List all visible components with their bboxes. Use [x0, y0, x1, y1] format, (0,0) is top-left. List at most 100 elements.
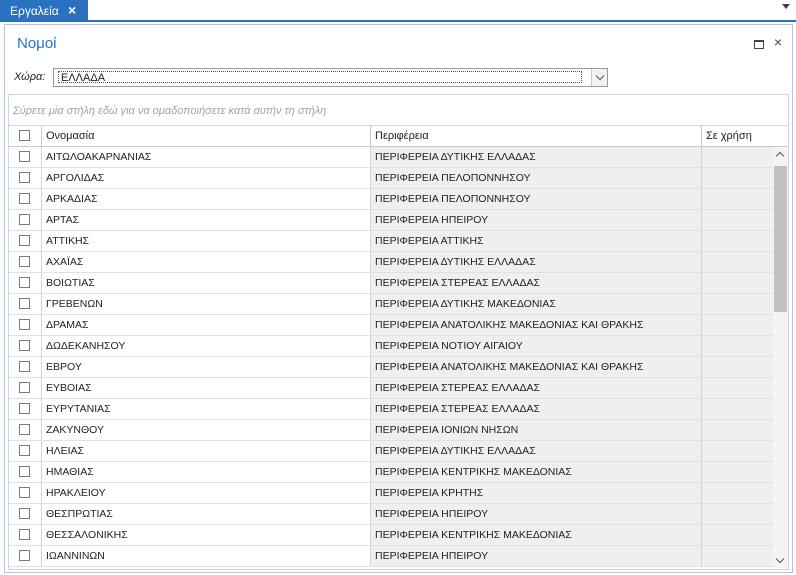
cell-region[interactable]: ΠΕΡΙΦΕΡΕΙΑ ΚΕΝΤΡΙΚΗΣ ΜΑΚΕΔΟΝΙΑΣ — [371, 525, 702, 545]
cell-name[interactable]: ΑΡΚΑΔΙΑΣ — [42, 189, 371, 209]
table-row[interactable]: ΕΒΡΟΥ ΠΕΡΙΦΕΡΕΙΑ ΑΝΑΤΟΛΙΚΗΣ ΜΑΚΕΔΟΝΙΑΣ ΚΑ… — [9, 357, 774, 378]
row-checkbox[interactable] — [19, 235, 30, 246]
cell-name[interactable]: ΔΩΔΕΚΑΝΗΣΟΥ — [42, 336, 371, 356]
cell-name[interactable]: ΗΛΕΙΑΣ — [42, 441, 371, 461]
table-row[interactable]: ΔΩΔΕΚΑΝΗΣΟΥ ΠΕΡΙΦΕΡΕΙΑ ΝΟΤΙΟΥ ΑΙΓΑΙΟΥ — [9, 336, 774, 357]
cell-name[interactable]: ΖΑΚΥΝΘΟΥ — [42, 420, 371, 440]
row-checkbox[interactable] — [19, 445, 30, 456]
row-checkbox[interactable] — [19, 466, 30, 477]
cell-region[interactable]: ΠΕΡΙΦΕΡΕΙΑ ΔΥΤΙΚΗΣ ΕΛΛΑΔΑΣ — [371, 147, 702, 167]
cell-in-use[interactable] — [702, 147, 774, 167]
country-select[interactable]: ΕΛΛΑΔΑ — [53, 68, 608, 87]
scrollbar-thumb[interactable] — [774, 166, 787, 312]
cell-in-use[interactable] — [702, 399, 774, 419]
cell-in-use[interactable] — [702, 315, 774, 335]
vertical-scrollbar[interactable] — [773, 147, 788, 568]
cell-name[interactable]: ΑΡΓΟΛΙΔΑΣ — [42, 168, 371, 188]
tab-tools[interactable]: Εργαλεία × — [0, 0, 88, 22]
column-header-region[interactable]: Περιφέρεια — [371, 126, 702, 146]
cell-in-use[interactable] — [702, 294, 774, 314]
dropdown-button[interactable] — [591, 69, 607, 86]
cell-name[interactable]: ΑΤΤΙΚΗΣ — [42, 231, 371, 251]
table-row[interactable]: ΑΙΤΩΛΟΑΚΑΡΝΑΝΙΑΣ ΠΕΡΙΦΕΡΕΙΑ ΔΥΤΙΚΗΣ ΕΛΛΑΔ… — [9, 147, 774, 168]
row-checkbox[interactable] — [19, 151, 30, 162]
cell-region[interactable]: ΠΕΡΙΦΕΡΕΙΑ ΗΠΕΙΡΟΥ — [371, 546, 702, 566]
tab-close-icon[interactable]: × — [68, 3, 76, 17]
cell-region[interactable]: ΠΕΡΙΦΕΡΕΙΑ ΑΤΤΙΚΗΣ — [371, 231, 702, 251]
row-checkbox[interactable] — [19, 403, 30, 414]
cell-region[interactable]: ΠΕΡΙΦΕΡΕΙΑ ΙΟΝΙΩΝ ΝΗΣΩΝ — [371, 420, 702, 440]
row-checkbox[interactable] — [19, 508, 30, 519]
cell-name[interactable]: ΗΡΑΚΛΕΙΟΥ — [42, 483, 371, 503]
table-row[interactable]: ΗΛΕΙΑΣ ΠΕΡΙΦΕΡΕΙΑ ΔΥΤΙΚΗΣ ΕΛΛΑΔΑΣ — [9, 441, 774, 462]
cell-name[interactable]: ΗΜΑΘΙΑΣ — [42, 462, 371, 482]
cell-in-use[interactable] — [702, 336, 774, 356]
row-checkbox[interactable] — [19, 319, 30, 330]
table-row[interactable]: ΑΡΓΟΛΙΔΑΣ ΠΕΡΙΦΕΡΕΙΑ ΠΕΛΟΠΟΝΝΗΣΟΥ — [9, 168, 774, 189]
table-row[interactable]: ΔΡΑΜΑΣ ΠΕΡΙΦΕΡΕΙΑ ΑΝΑΤΟΛΙΚΗΣ ΜΑΚΕΔΟΝΙΑΣ Κ… — [9, 315, 774, 336]
table-row[interactable]: ΗΡΑΚΛΕΙΟΥ ΠΕΡΙΦΕΡΕΙΑ ΚΡΗΤΗΣ — [9, 483, 774, 504]
close-icon[interactable]: × — [774, 35, 782, 49]
cell-region[interactable]: ΠΕΡΙΦΕΡΕΙΑ ΑΝΑΤΟΛΙΚΗΣ ΜΑΚΕΔΟΝΙΑΣ ΚΑΙ ΘΡΑ… — [371, 315, 702, 335]
table-row[interactable]: ΑΡΚΑΔΙΑΣ ΠΕΡΙΦΕΡΕΙΑ ΠΕΛΟΠΟΝΝΗΣΟΥ — [9, 189, 774, 210]
table-row[interactable]: ΙΩΑΝΝΙΝΩΝ ΠΕΡΙΦΕΡΕΙΑ ΗΠΕΙΡΟΥ — [9, 546, 774, 567]
row-checkbox[interactable] — [19, 529, 30, 540]
row-checkbox[interactable] — [19, 361, 30, 372]
select-all-checkbox[interactable] — [19, 130, 30, 141]
cell-region[interactable]: ΠΕΡΙΦΕΡΕΙΑ ΗΠΕΙΡΟΥ — [371, 210, 702, 230]
cell-name[interactable]: ΘΕΣΠΡΩΤΙΑΣ — [42, 504, 371, 524]
row-checkbox[interactable] — [19, 277, 30, 288]
chevron-down-icon[interactable] — [782, 4, 790, 9]
row-checkbox[interactable] — [19, 256, 30, 267]
cell-region[interactable]: ΠΕΡΙΦΕΡΕΙΑ ΣΤΕΡΕΑΣ ΕΛΛΑΔΑΣ — [371, 273, 702, 293]
table-row[interactable]: ΕΥΡΥΤΑΝΙΑΣ ΠΕΡΙΦΕΡΕΙΑ ΣΤΕΡΕΑΣ ΕΛΛΑΔΑΣ — [9, 399, 774, 420]
cell-in-use[interactable] — [702, 546, 774, 566]
chevron-up-icon[interactable] — [775, 151, 785, 161]
cell-region[interactable]: ΠΕΡΙΦΕΡΕΙΑ ΗΠΕΙΡΟΥ — [371, 504, 702, 524]
row-checkbox[interactable] — [19, 382, 30, 393]
table-row[interactable]: ΓΡΕΒΕΝΩΝ ΠΕΡΙΦΕΡΕΙΑ ΔΥΤΙΚΗΣ ΜΑΚΕΔΟΝΙΑΣ — [9, 294, 774, 315]
cell-in-use[interactable] — [702, 252, 774, 272]
row-checkbox[interactable] — [19, 550, 30, 561]
cell-region[interactable]: ΠΕΡΙΦΕΡΕΙΑ ΝΟΤΙΟΥ ΑΙΓΑΙΟΥ — [371, 336, 702, 356]
group-by-panel[interactable]: Σύρετε μία στήλη εδώ για να ομαδοποιήσετ… — [8, 94, 789, 126]
table-row[interactable]: ΑΡΤΑΣ ΠΕΡΙΦΕΡΕΙΑ ΗΠΕΙΡΟΥ — [9, 210, 774, 231]
cell-in-use[interactable] — [702, 189, 774, 209]
cell-region[interactable]: ΠΕΡΙΦΕΡΕΙΑ ΣΤΕΡΕΑΣ ΕΛΛΑΔΑΣ — [371, 399, 702, 419]
cell-name[interactable]: ΕΒΡΟΥ — [42, 357, 371, 377]
cell-name[interactable]: ΒΟΙΩΤΙΑΣ — [42, 273, 371, 293]
cell-in-use[interactable] — [702, 462, 774, 482]
row-checkbox[interactable] — [19, 193, 30, 204]
column-header-name[interactable]: Ονομασία — [42, 126, 371, 146]
cell-name[interactable]: ΑΧΑΪΑΣ — [42, 252, 371, 272]
table-row[interactable]: ΑΤΤΙΚΗΣ ΠΕΡΙΦΕΡΕΙΑ ΑΤΤΙΚΗΣ — [9, 231, 774, 252]
cell-in-use[interactable] — [702, 231, 774, 251]
table-row[interactable]: ΘΕΣΠΡΩΤΙΑΣ ΠΕΡΙΦΕΡΕΙΑ ΗΠΕΙΡΟΥ — [9, 504, 774, 525]
row-checkbox[interactable] — [19, 298, 30, 309]
table-row[interactable]: ΗΜΑΘΙΑΣ ΠΕΡΙΦΕΡΕΙΑ ΚΕΝΤΡΙΚΗΣ ΜΑΚΕΔΟΝΙΑΣ — [9, 462, 774, 483]
table-row[interactable]: ΖΑΚΥΝΘΟΥ ΠΕΡΙΦΕΡΕΙΑ ΙΟΝΙΩΝ ΝΗΣΩΝ — [9, 420, 774, 441]
cell-region[interactable]: ΠΕΡΙΦΕΡΕΙΑ ΑΝΑΤΟΛΙΚΗΣ ΜΑΚΕΔΟΝΙΑΣ ΚΑΙ ΘΡΑ… — [371, 357, 702, 377]
cell-in-use[interactable] — [702, 525, 774, 545]
cell-name[interactable]: ΕΥΒΟΙΑΣ — [42, 378, 371, 398]
cell-in-use[interactable] — [702, 504, 774, 524]
cell-region[interactable]: ΠΕΡΙΦΕΡΕΙΑ ΚΡΗΤΗΣ — [371, 483, 702, 503]
row-checkbox[interactable] — [19, 487, 30, 498]
cell-name[interactable]: ΓΡΕΒΕΝΩΝ — [42, 294, 371, 314]
cell-in-use[interactable] — [702, 273, 774, 293]
cell-in-use[interactable] — [702, 420, 774, 440]
cell-name[interactable]: ΘΕΣΣΑΛΟΝΙΚΗΣ — [42, 525, 371, 545]
row-checkbox[interactable] — [19, 340, 30, 351]
chevron-down-icon[interactable] — [775, 554, 785, 564]
country-value[interactable]: ΕΛΛΑΔΑ — [58, 71, 582, 84]
cell-in-use[interactable] — [702, 441, 774, 461]
cell-region[interactable]: ΠΕΡΙΦΕΡΕΙΑ ΠΕΛΟΠΟΝΝΗΣΟΥ — [371, 168, 702, 188]
cell-name[interactable]: ΕΥΡΥΤΑΝΙΑΣ — [42, 399, 371, 419]
table-row[interactable]: ΘΕΣΣΑΛΟΝΙΚΗΣ ΠΕΡΙΦΕΡΕΙΑ ΚΕΝΤΡΙΚΗΣ ΜΑΚΕΔΟΝ… — [9, 525, 774, 546]
cell-name[interactable]: ΔΡΑΜΑΣ — [42, 315, 371, 335]
cell-name[interactable]: ΑΙΤΩΛΟΑΚΑΡΝΑΝΙΑΣ — [42, 147, 371, 167]
cell-region[interactable]: ΠΕΡΙΦΕΡΕΙΑ ΠΕΛΟΠΟΝΝΗΣΟΥ — [371, 189, 702, 209]
cell-name[interactable]: ΙΩΑΝΝΙΝΩΝ — [42, 546, 371, 566]
cell-in-use[interactable] — [702, 357, 774, 377]
table-row[interactable]: ΒΟΙΩΤΙΑΣ ΠΕΡΙΦΕΡΕΙΑ ΣΤΕΡΕΑΣ ΕΛΛΑΔΑΣ — [9, 273, 774, 294]
